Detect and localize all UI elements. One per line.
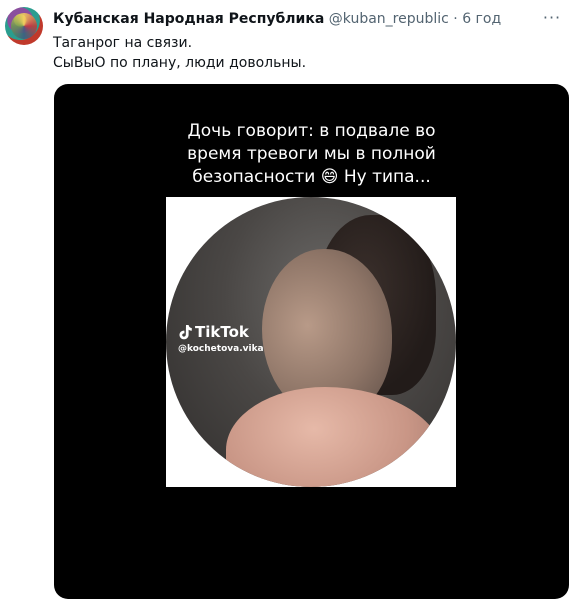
- caption-line: время тревоги мы в полной: [187, 144, 436, 164]
- video-circle: TikTok @kochetova.vika: [166, 197, 456, 487]
- video-frame: TikTok @kochetova.vika: [166, 197, 456, 487]
- separator-dot: ·: [453, 11, 458, 27]
- tweet-text: Таганрог на связи. СыВыО по плану, люди …: [53, 33, 306, 73]
- tweet-text-line: Таганрог на связи.: [53, 35, 193, 51]
- tiktok-handle: @kochetova.vika: [178, 344, 264, 354]
- video-caption: Дочь говорит: в подвале во время тревоги…: [54, 120, 569, 189]
- caption-line: Дочь говорит: в подвале во: [187, 121, 436, 141]
- tweet-text-line: СыВыО по плану, люди довольны.: [53, 55, 307, 71]
- tweet-header: Кубанская Народная Республика @kuban_rep…: [53, 10, 534, 28]
- caption-line: безопасности 😄 Ну типа...: [192, 167, 431, 187]
- robe-shape: [226, 387, 446, 487]
- tiktok-icon: [179, 325, 192, 340]
- avatar[interactable]: [5, 7, 43, 45]
- more-icon[interactable]: ···: [540, 8, 564, 28]
- media-video[interactable]: Дочь говорит: в подвале во время тревоги…: [54, 84, 569, 599]
- author-name[interactable]: Кубанская Народная Республика: [53, 11, 324, 27]
- author-handle[interactable]: @kuban_republic: [329, 11, 449, 27]
- tiktok-watermark: TikTok @kochetova.vika: [178, 323, 264, 355]
- timestamp[interactable]: 6 год: [462, 11, 501, 27]
- tiktok-brand: TikTok: [195, 323, 249, 341]
